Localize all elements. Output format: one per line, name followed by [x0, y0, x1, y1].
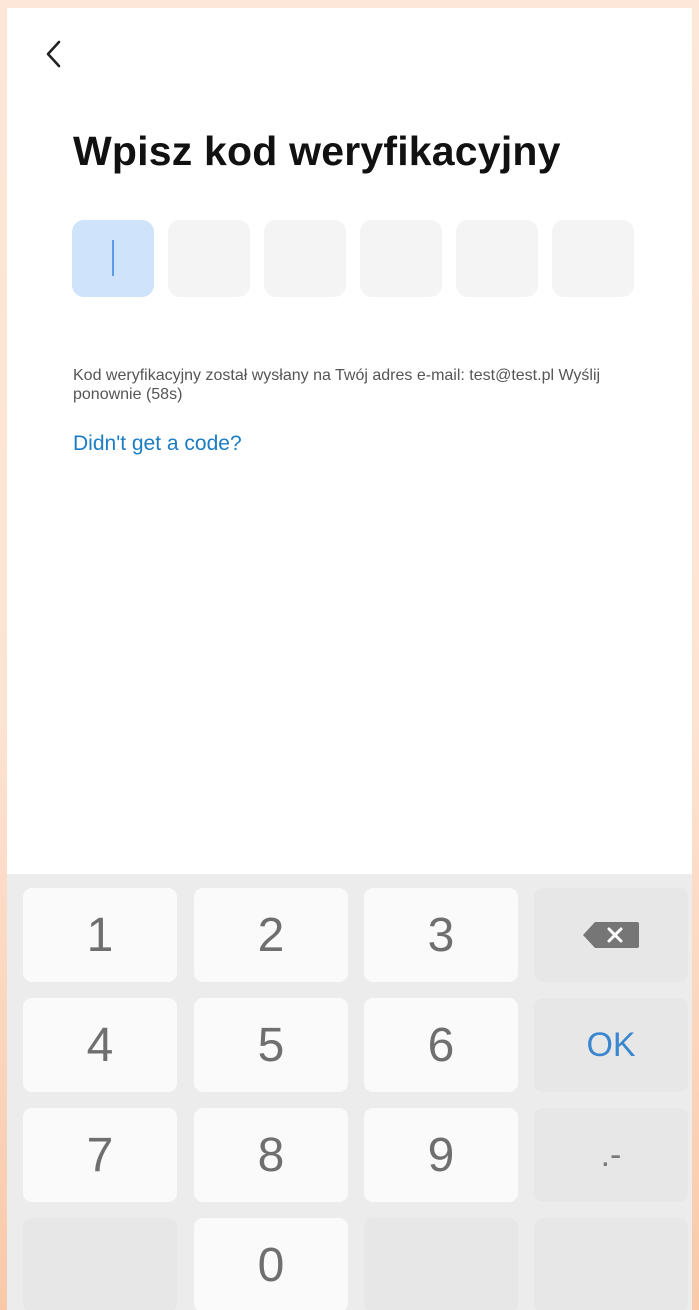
ok-key[interactable]: OK	[534, 998, 688, 1092]
code-digit-6[interactable]	[552, 220, 634, 297]
key-8[interactable]: 8	[194, 1108, 348, 1202]
chevron-left-icon	[46, 40, 61, 68]
verification-info-text: Kod weryfikacyjny został wysłany na Twój…	[73, 367, 601, 403]
key-3[interactable]: 3	[364, 888, 518, 982]
empty-key-right	[534, 1218, 688, 1310]
code-digit-3[interactable]	[264, 220, 346, 297]
key-5[interactable]: 5	[194, 998, 348, 1092]
page-title: Wpisz kod weryfikacyjny	[73, 128, 561, 174]
back-button[interactable]	[37, 34, 73, 74]
dot-dash-key[interactable]: .-	[534, 1108, 688, 1202]
key-0[interactable]: 0	[194, 1218, 348, 1310]
code-digit-4[interactable]	[360, 220, 442, 297]
code-digit-1[interactable]	[72, 220, 154, 297]
numeric-keypad: 1 2 3 4 5 6 OK 7 8 9 .- 0	[7, 874, 692, 1310]
backspace-key[interactable]	[534, 888, 688, 982]
didnt-get-code-link[interactable]: Didn't get a code?	[73, 432, 242, 456]
verification-code-input[interactable]	[72, 220, 634, 297]
key-4[interactable]: 4	[23, 998, 177, 1092]
screen: Wpisz kod weryfikacyjny Kod weryfikacyjn…	[7, 8, 692, 1310]
empty-key-middle	[364, 1218, 518, 1310]
key-6[interactable]: 6	[364, 998, 518, 1092]
key-9[interactable]: 9	[364, 1108, 518, 1202]
key-1[interactable]: 1	[23, 888, 177, 982]
key-2[interactable]: 2	[194, 888, 348, 982]
code-digit-2[interactable]	[168, 220, 250, 297]
text-caret	[112, 240, 114, 276]
code-digit-5[interactable]	[456, 220, 538, 297]
backspace-icon	[583, 922, 639, 948]
empty-key-left	[23, 1218, 177, 1310]
key-7[interactable]: 7	[23, 1108, 177, 1202]
